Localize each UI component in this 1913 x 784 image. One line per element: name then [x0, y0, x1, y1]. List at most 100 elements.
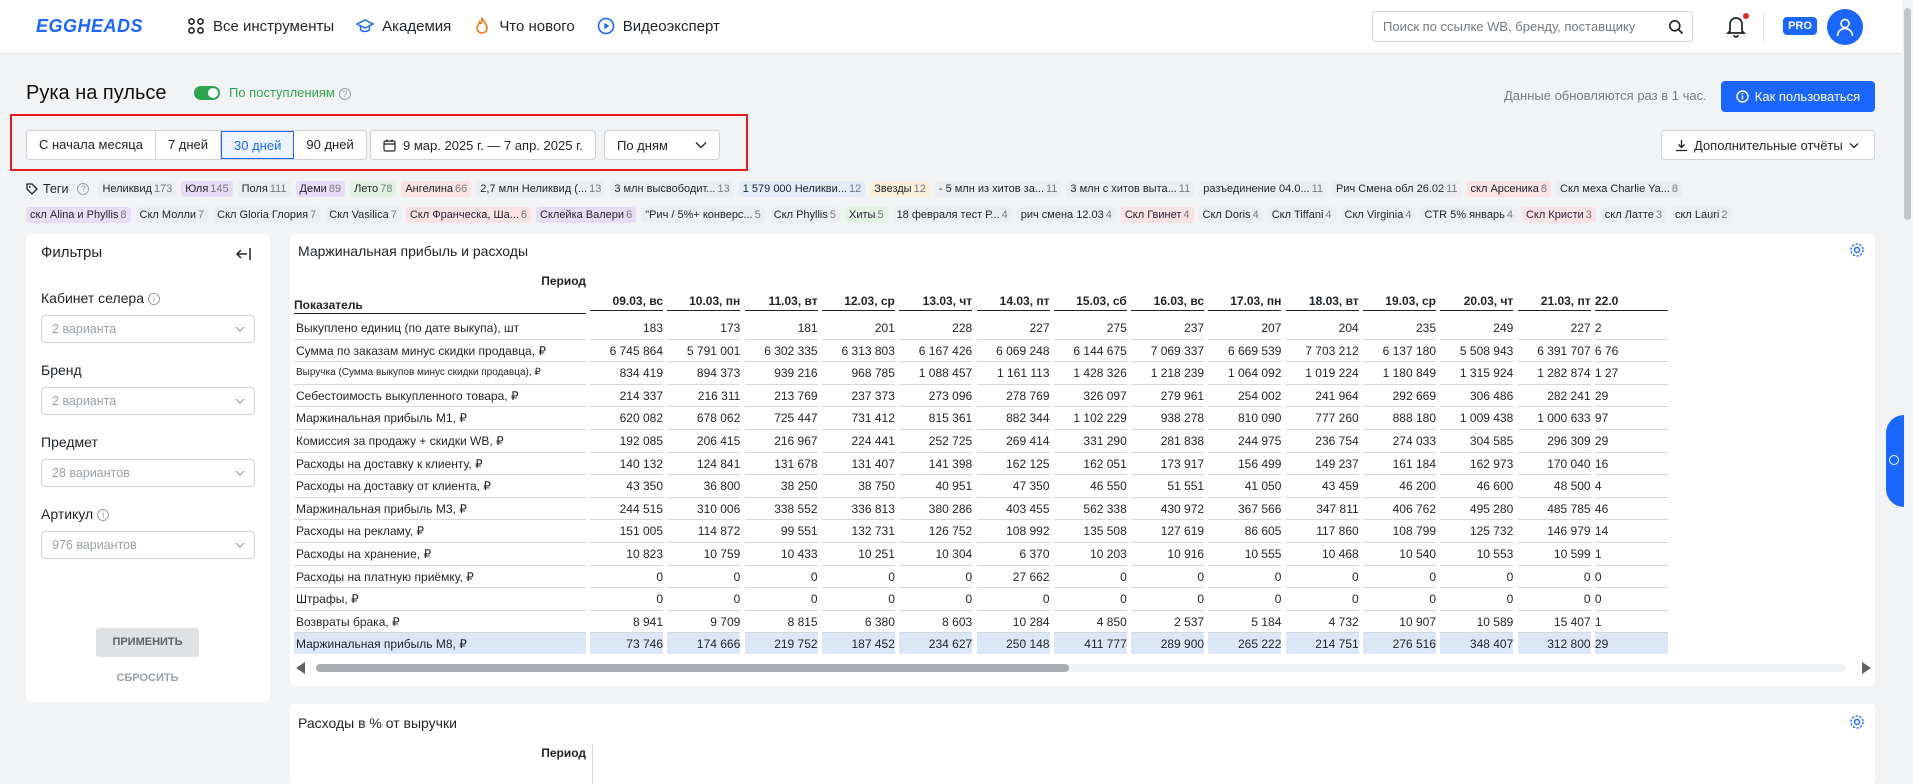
- period-7-days[interactable]: 7 дней: [156, 131, 222, 159]
- avatar[interactable]: [1827, 9, 1863, 45]
- period-30-days[interactable]: 30 дней: [221, 131, 295, 159]
- tag-chip[interactable]: CTR 5% январь 4: [1420, 207, 1517, 223]
- column-header[interactable]: 12.03, ср: [821, 294, 895, 311]
- tag-chip[interactable]: Скл Молли 7: [135, 207, 209, 223]
- column-header[interactable]: 16.03, вс: [1131, 294, 1205, 311]
- tag-chip[interactable]: Неликвид 173: [98, 181, 177, 197]
- receipts-toggle[interactable]: [194, 86, 220, 100]
- table-cell: 227: [1517, 317, 1591, 340]
- tag-name: Юля: [185, 183, 209, 195]
- search-icon[interactable]: [1668, 19, 1684, 35]
- tag-chip[interactable]: Поля 111: [237, 181, 291, 197]
- column-header[interactable]: 20.03, чт: [1440, 294, 1514, 311]
- column-header[interactable]: 11.03, вт: [744, 294, 818, 311]
- column-header[interactable]: 14.03, пт: [976, 294, 1050, 311]
- period-month-start[interactable]: С начала месяца: [27, 131, 156, 159]
- column-header[interactable]: 09.03, вс: [590, 294, 663, 311]
- table-cell: 968 785: [821, 362, 895, 385]
- search-input[interactable]: [1373, 12, 1653, 41]
- nav-academy[interactable]: Академия: [356, 14, 451, 38]
- column-header[interactable]: 15.03, сб: [1053, 294, 1127, 311]
- tag-chip[interactable]: Скл Кристи 3: [1521, 207, 1596, 223]
- nav-video-expert[interactable]: Видеоэксперт: [597, 14, 720, 38]
- tag-chip[interactable]: Рич Смена обл 26.02 11: [1332, 181, 1462, 197]
- row-label: Маржинальная прибыль М8, ₽: [294, 633, 586, 654]
- gear-icon[interactable]: [1849, 714, 1865, 730]
- reset-filters-button[interactable]: СБРОСИТЬ: [96, 668, 199, 688]
- tag-chip[interactable]: Лето 78: [350, 181, 397, 197]
- nav-whats-new[interactable]: Что нового: [473, 14, 575, 38]
- filter-select-cabinet[interactable]: 2 варианта: [41, 315, 255, 343]
- logo[interactable]: EGGHEADS: [36, 16, 143, 37]
- apply-filters-button[interactable]: ПРИМЕНИТЬ: [96, 628, 199, 657]
- extra-reports-button[interactable]: Дополнительные отчёты: [1661, 130, 1875, 160]
- help-icon[interactable]: ?: [77, 183, 90, 195]
- column-divider: [592, 744, 593, 784]
- tag-chip[interactable]: Хиты 5: [845, 207, 888, 223]
- tag-chip[interactable]: разъединение 04.0... 11: [1199, 181, 1328, 197]
- scroll-right-arrow-icon[interactable]: [1862, 662, 1871, 674]
- tag-chip[interactable]: рич смена 12.03 4: [1016, 207, 1116, 223]
- column-header[interactable]: 22.0: [1594, 294, 1668, 311]
- how-to-use-button[interactable]: Как пользоваться: [1721, 81, 1875, 112]
- help-icon[interactable]: ?: [338, 87, 351, 100]
- filter-select-article[interactable]: 976 вариантов: [41, 531, 255, 559]
- side-help-tab[interactable]: [1886, 415, 1904, 507]
- tag-count: 4: [1105, 209, 1112, 221]
- collapse-panel-icon[interactable]: [234, 245, 252, 263]
- period-90-days[interactable]: 90 дней: [294, 131, 365, 159]
- tag-chip[interactable]: Скл Phyllis 5: [769, 207, 840, 223]
- tag-chip[interactable]: скл Латте 3: [1600, 207, 1666, 223]
- date-range-picker[interactable]: 9 мар. 2025 г. — 7 апр. 2025 г.: [370, 130, 596, 160]
- tag-chip[interactable]: 18 февраля тест Р... 4: [892, 207, 1012, 223]
- tag-chip[interactable]: Скл Vasilica 7: [325, 207, 401, 223]
- column-header[interactable]: 10.03, пн: [667, 294, 741, 311]
- tag-chip[interactable]: Скл Virginia 4: [1340, 207, 1416, 223]
- page-scrollbar[interactable]: [1902, 0, 1913, 771]
- info-icon[interactable]: i: [97, 509, 110, 522]
- tag-count: 13: [589, 183, 602, 195]
- tag-chip[interactable]: Скл Doris 4: [1198, 207, 1263, 223]
- filter-select-brand[interactable]: 2 варианта: [41, 387, 255, 415]
- tag-count: 11: [1311, 183, 1324, 195]
- table-cell: 1 000 633: [1517, 407, 1591, 430]
- expenses-table-panel: Расходы в % от выручки Период: [290, 704, 1875, 784]
- tag-chip[interactable]: Ангелина 66: [401, 181, 472, 197]
- tag-chip[interactable]: 3 млн высвободит... 13: [610, 181, 734, 197]
- margin-table[interactable]: Период Показатель Выкуплено единиц (по д…: [294, 234, 1875, 654]
- column-header[interactable]: 21.03, пт: [1517, 294, 1591, 311]
- tag-chip[interactable]: - 5 млн из хитов за... 11: [934, 181, 1062, 197]
- nav-all-tools[interactable]: Все инструменты: [187, 14, 334, 38]
- tag-chip[interactable]: Юля 145: [181, 181, 233, 197]
- column-header[interactable]: 13.03, чт: [899, 294, 973, 311]
- tag-chip[interactable]: Скл Франческа, Ша... 6: [405, 207, 532, 223]
- tag-chip[interactable]: "Рич / 5%+ конверс... 5: [641, 207, 765, 223]
- scroll-thumb[interactable]: [316, 664, 1069, 672]
- scroll-left-arrow-icon[interactable]: [296, 662, 305, 674]
- tag-chip[interactable]: Звезды 12: [870, 181, 930, 197]
- tag-chip[interactable]: скл Арсеника 8: [1466, 181, 1552, 197]
- column-header[interactable]: 17.03, пн: [1208, 294, 1282, 311]
- tag-chip[interactable]: Скл Gloria Глория 7: [213, 207, 321, 223]
- tag-chip[interactable]: Скл Tiffani 4: [1267, 207, 1336, 223]
- tag-chip[interactable]: Скл меха Charlie Ya... 8: [1556, 181, 1683, 197]
- page-scrollbar-thumb[interactable]: [1904, 8, 1911, 220]
- tag-name: скл Арсеника: [1470, 183, 1539, 195]
- table-horizontal-scrollbar[interactable]: [296, 660, 1871, 674]
- tag-chip[interactable]: скл Lauri 2: [1671, 207, 1732, 223]
- tag-chip[interactable]: 3 млн с хитов выта... 11: [1066, 181, 1195, 197]
- info-icon[interactable]: i: [147, 293, 160, 306]
- table-cell: 0: [899, 566, 973, 589]
- column-header[interactable]: 18.03, вт: [1285, 294, 1359, 311]
- granularity-select[interactable]: По дням: [604, 130, 720, 160]
- pro-badge[interactable]: PRO: [1783, 17, 1817, 35]
- column-header[interactable]: 19.03, ср: [1363, 294, 1436, 311]
- tag-chip[interactable]: скл Alina и Phyllis 8: [26, 207, 131, 223]
- tag-chip[interactable]: Склейка Валери 6: [536, 207, 637, 223]
- tag-chip[interactable]: Деми 89: [295, 181, 346, 197]
- tag-chip[interactable]: 2,7 млн Неликвид (... 13: [476, 181, 606, 197]
- filter-select-subject[interactable]: 28 вариантов: [41, 459, 255, 487]
- tag-chip[interactable]: Скл Гвинет 4: [1120, 207, 1194, 223]
- tag-chip[interactable]: 1 579 000 Неликви... 12: [738, 181, 866, 197]
- table-cell: 2: [1594, 317, 1668, 340]
